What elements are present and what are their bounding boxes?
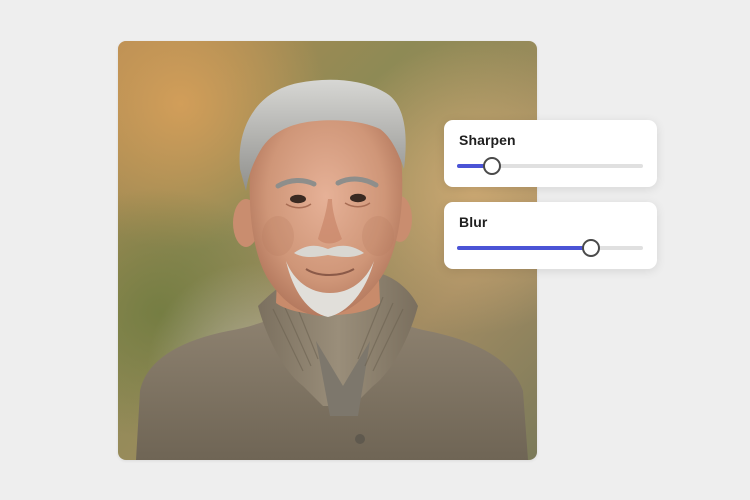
sharpen-slider[interactable] xyxy=(457,157,643,175)
blur-slider-thumb[interactable] xyxy=(581,239,600,257)
blur-slider-fill xyxy=(457,246,591,250)
blur-label: Blur xyxy=(459,214,488,230)
blur-panel: Blur xyxy=(444,202,657,269)
sharpen-panel: Sharpen xyxy=(444,120,657,187)
sharpen-label: Sharpen xyxy=(459,132,516,148)
blur-slider[interactable] xyxy=(457,239,643,257)
sharpen-slider-thumb[interactable] xyxy=(483,157,502,175)
